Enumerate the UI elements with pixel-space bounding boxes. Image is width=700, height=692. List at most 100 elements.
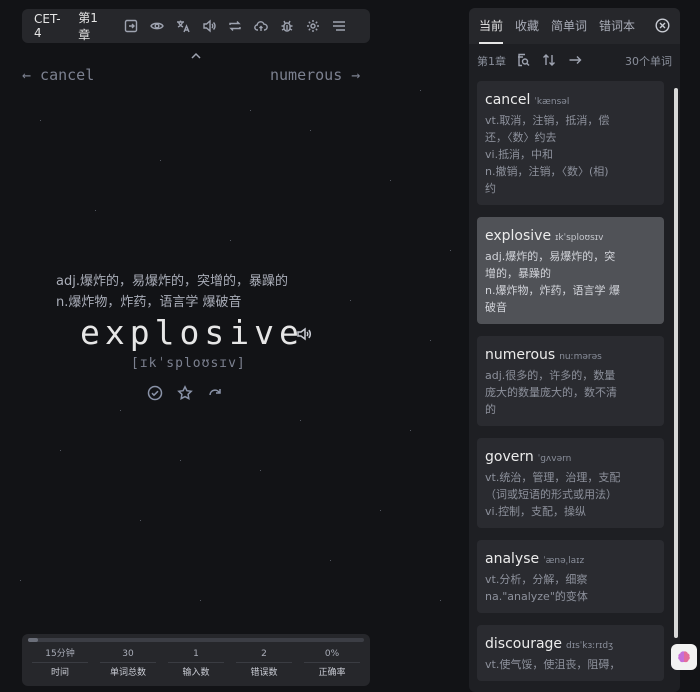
card-word: govern: [485, 449, 534, 465]
stats-bar: 15分钟时间 30 单词总数 1 输入数 2 错误数 0% 正确率: [22, 634, 370, 686]
scrollbar-thumb[interactable]: [674, 88, 678, 638]
translation-line: 庞大的数量庞大的，数不清: [485, 386, 617, 399]
translation-line: 破音: [485, 301, 507, 314]
stat-label: 错误数: [250, 668, 278, 678]
card-word: analyse: [485, 551, 540, 567]
card-translation: vt.使气馁，使沮丧，阻碍，: [485, 656, 656, 673]
translation-line: vi.抵消，中和: [485, 148, 554, 161]
stat-value: 0%: [304, 646, 360, 663]
translation-line: （词或短语的形式或用法）: [485, 488, 617, 501]
close-panel-icon[interactable]: [655, 18, 670, 33]
chapter-selector[interactable]: 第1章: [78, 9, 108, 43]
stat-label: 单词总数: [109, 668, 146, 678]
exit-icon[interactable]: [124, 19, 138, 33]
assistant-brain-button[interactable]: [671, 644, 697, 670]
stat-column: 1 输入数: [162, 646, 230, 683]
sort-arrows-icon[interactable]: [542, 52, 568, 71]
panel-scrollbar[interactable]: [673, 88, 679, 684]
translation-line: vt.使气馁，使沮丧，阻碍，: [485, 658, 621, 671]
card-translation: vt.统治，管理，治理，支配 （词或短语的形式或用法） vi.控制，支配，操纵: [485, 469, 656, 520]
card-phonetic: ˈɡʌvərn: [537, 454, 572, 464]
stat-label: 时间: [50, 668, 69, 678]
pronounce-speaker-icon[interactable]: [296, 326, 312, 342]
card-word: numerous: [485, 347, 556, 363]
stat-value: 1: [168, 646, 224, 663]
speaker-icon[interactable]: [202, 19, 216, 33]
word-card[interactable]: numerous nuːmərəs adj.很多的，许多的，数量 庞大的数量庞大的，数…: [477, 336, 664, 426]
mark-mastered-check-icon[interactable]: [147, 385, 163, 405]
word-card[interactable]: discourage dɪsˈkɜːrɪdʒ vt.使气馁，使沮丧，阻碍，: [477, 625, 664, 681]
translate-icon[interactable]: [176, 19, 190, 33]
definition-line: n.爆炸物，炸药，语言学 爆破音: [56, 295, 242, 310]
translation-line: vt.分析，分解，细察: [485, 573, 588, 586]
bug-icon[interactable]: [280, 19, 294, 33]
search-file-icon[interactable]: [516, 52, 542, 71]
stats-grid: 15分钟时间 30 单词总数 1 输入数 2 错误数 0% 正确率: [26, 646, 366, 683]
panel-subbar: 第1章 30个单词: [469, 44, 680, 78]
card-phonetic: ˈkænsəl: [534, 97, 570, 107]
card-word: discourage: [485, 636, 563, 652]
progress-fill: [28, 638, 39, 642]
stat-label: 输入数: [182, 668, 210, 678]
panel-chapter: 第1章: [477, 55, 506, 68]
definition-line: adj.爆炸的，易爆炸的，突增的，暴躁的: [56, 274, 288, 289]
current-phonetic: [ɪkˈsploʊsɪv]: [131, 356, 246, 371]
word-card-list: cancel ˈkænsəl vt.取消，注销，抵消，偿 还，〈数〉约去 vi.抵消，中…: [477, 81, 664, 692]
next-word-link[interactable]: numerous →: [270, 66, 360, 84]
translation-line: adj.爆炸的，易爆炸的，突: [485, 250, 616, 263]
dictionary-selector[interactable]: CET-4: [34, 12, 66, 40]
card-translation: adj.爆炸的，易爆炸的，突 增的，暴躁的 n.爆炸物，炸药，语言学 爆破音: [485, 248, 656, 316]
top-toolbar: CET-4 第1章: [22, 9, 370, 43]
stat-value: 2: [236, 646, 292, 663]
arrow-right-icon[interactable]: [568, 52, 594, 71]
word-card[interactable]: govern ˈɡʌvərn vt.统治，管理，治理，支配 （词或短语的形式或用法） v…: [477, 438, 664, 528]
translation-line: 约: [485, 182, 496, 195]
tab-easy-words[interactable]: 简单词: [551, 8, 587, 44]
stat-value: 30: [100, 646, 156, 663]
card-translation: adj.很多的，许多的，数量 庞大的数量庞大的，数不清的: [485, 367, 656, 418]
card-phonetic: nuːmərəs: [559, 352, 602, 362]
eye-icon[interactable]: [150, 19, 164, 33]
tab-current[interactable]: 当前: [479, 8, 504, 44]
collapse-toolbar-chevron-up-icon[interactable]: [189, 46, 203, 59]
gear-icon[interactable]: [306, 19, 320, 33]
stat-column: 30 单词总数: [94, 646, 162, 683]
panel-tabs: 当前 收藏 简单词 错词本: [469, 8, 680, 44]
translation-line: na."analyze"的变体: [485, 590, 588, 603]
progress-bar: [28, 638, 364, 642]
stat-column: 0% 正确率: [298, 646, 366, 683]
favorite-star-icon[interactable]: [177, 385, 193, 405]
tab-favorites[interactable]: 收藏: [515, 8, 539, 44]
stat-column: 2 错误数: [230, 646, 298, 683]
menu-icon[interactable]: [332, 19, 346, 33]
card-word: explosive: [485, 228, 552, 244]
previous-word-link[interactable]: ← cancel: [22, 66, 94, 84]
skip-redo-icon[interactable]: [207, 385, 223, 405]
card-translation: vt.取消，注销，抵消，偿 还，〈数〉约去 vi.抵消，中和 n.撤销，注销，〈数〉(…: [485, 112, 656, 197]
tab-wrong-words[interactable]: 错词本: [599, 8, 635, 44]
translation-line: vi.控制，支配，操纵: [485, 505, 587, 518]
word-card[interactable]: analyse ˈænəˌlaɪz vt.分析，分解，细察 na."analyze"的…: [477, 540, 664, 613]
word-definitions: adj.爆炸的，易爆炸的，突增的，暴躁的 n.爆炸物，炸药，语言学 爆破音: [56, 271, 326, 313]
word-count: 30个单词: [625, 55, 672, 68]
stat-value: 15分钟: [32, 646, 88, 663]
card-translation: vt.分析，分解，细察 na."analyze"的变体: [485, 571, 656, 605]
word-card[interactable]: cancel ˈkænsəl vt.取消，注销，抵消，偿 还，〈数〉约去 vi.抵消，中…: [477, 81, 664, 205]
stat-column: 15分钟时间: [26, 646, 94, 683]
card-phonetic: ɪkˈsploʊsɪv: [555, 233, 604, 243]
translation-line: vt.统治，管理，治理，支配: [485, 471, 621, 484]
loop-icon[interactable]: [228, 19, 242, 33]
stat-label: 正确率: [318, 668, 346, 678]
current-word: explosive: [80, 313, 304, 352]
translation-line: vt.取消，注销，抵消，偿: [485, 114, 610, 127]
translation-line: 的: [485, 403, 496, 416]
word-card[interactable]: explosive ɪkˈsploʊsɪv adj.爆炸的，易爆炸的，突 增的，暴躁的…: [477, 217, 664, 324]
translation-line: 增的，暴躁的: [485, 267, 551, 280]
translation-line: n.爆炸物，炸药，语言学 爆: [485, 284, 620, 297]
card-phonetic: dɪsˈkɜːrɪdʒ: [566, 641, 614, 651]
translation-line: 还，〈数〉约去: [485, 131, 557, 144]
card-word: cancel: [485, 92, 531, 108]
word-actions: [147, 385, 223, 405]
card-phonetic: ˈænəˌlaɪz: [543, 556, 585, 566]
cloud-upload-icon[interactable]: [254, 19, 268, 33]
